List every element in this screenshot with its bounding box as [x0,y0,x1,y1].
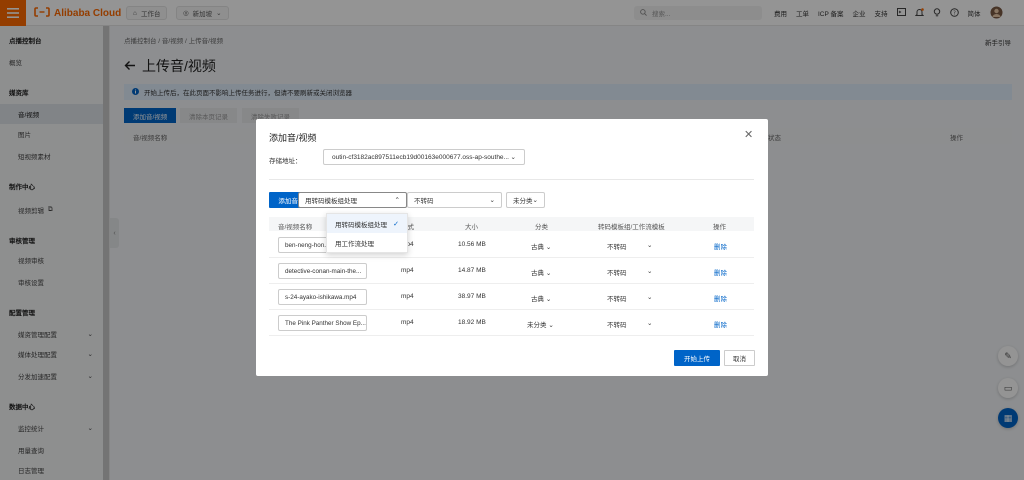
file-name-input[interactable]: The Pink Panther Show Ep... [278,315,367,331]
dropdown-option-template-group[interactable]: 用转码模板组处理 ✓ [327,214,407,233]
chevron-down-icon: ⌄ [532,197,538,204]
file-size: 10.56 MB [458,241,486,248]
chevron-down-icon[interactable]: ⌄ [647,293,652,301]
table-row: detective-conan-main-the... mp4 14.87 MB… [269,259,754,284]
file-size: 18.92 MB [458,319,486,326]
chevron-down-icon[interactable]: ⌄ [647,241,652,249]
delete-link[interactable]: 删除 [714,241,727,251]
file-size: 38.97 MB [458,293,486,300]
category-value: 古典 [531,296,544,303]
chevron-down-icon: ⌄ [545,296,552,303]
process-mode-value: 用转码模板组处理 [305,198,357,205]
dialog-title: 添加音/视频 [269,133,317,143]
start-upload-button[interactable]: 开始上传 [674,350,720,366]
checkmark-icon: ✓ [393,220,399,228]
storage-address-value: outin-cf3182ac897511ecb19d00163e000677.o… [332,153,509,161]
category-value: 未分类 [513,198,533,205]
process-mode-select[interactable]: 用转码模板组处理 ⌃ [298,192,407,208]
file-format: mp4 [401,293,414,300]
chevron-down-icon: ⌄ [548,322,554,329]
divider [269,179,754,180]
transcode-template-select[interactable]: 不转码 ⌄ [407,192,502,208]
file-size: 14.87 MB [458,267,486,274]
column-header-size: 大小 [465,224,478,231]
dropdown-option-label: 用工作流处理 [335,240,374,248]
category-select[interactable]: 古典 ⌄ [531,293,551,303]
transcode-template-value: 不转码 [414,198,434,205]
chevron-down-icon[interactable]: ⌄ [647,267,652,275]
column-header-template: 转码模板组/工作流模板 [598,224,665,231]
storage-address-select[interactable]: outin-cf3182ac897511ecb19d00163e000677.o… [323,149,525,165]
chevron-down-icon: ⌄ [545,270,552,277]
table-row: s-24-ayako-ishikawa.mp4 mp4 38.97 MB 古典 … [269,285,754,310]
template-value[interactable]: 不转码 [607,267,627,277]
file-format: mp4 [401,319,414,326]
category-select[interactable]: 古典 ⌄ [531,267,551,277]
storage-label: 存储地址： [269,158,302,165]
category-select[interactable]: 未分类 ⌄ [506,192,545,208]
chevron-down-icon: ⌄ [545,244,552,251]
column-header-name: 音/视频名称 [278,224,313,231]
template-value[interactable]: 不转码 [607,241,627,251]
template-value[interactable]: 不转码 [607,319,627,329]
delete-link[interactable]: 删除 [714,293,727,303]
category-select[interactable]: 未分类 ⌄ [527,319,554,329]
chevron-down-icon: ⌄ [510,154,516,161]
delete-link[interactable]: 删除 [714,319,727,329]
file-name-input[interactable]: detective-conan-main-the... [278,263,367,279]
process-mode-dropdown: 用转码模板组处理 ✓ 用工作流处理 [326,213,408,253]
column-header-category: 分类 [535,224,548,231]
delete-link[interactable]: 删除 [714,267,727,277]
chevron-down-icon: ⌄ [489,197,495,204]
column-header-ops: 操作 [713,224,726,231]
file-format: mp4 [401,267,414,274]
dropdown-option-workflow[interactable]: 用工作流处理 [327,233,407,252]
cancel-button[interactable]: 取消 [724,350,755,366]
table-row: The Pink Panther Show Ep... mp4 18.92 MB… [269,311,754,336]
category-value: 古典 [531,270,544,277]
template-value[interactable]: 不转码 [607,293,627,303]
chevron-up-icon: ⌃ [394,197,400,204]
close-icon[interactable]: ✕ [744,128,753,141]
dropdown-option-label: 用转码模板组处理 [335,221,387,229]
category-select[interactable]: 古典 ⌄ [531,241,551,251]
chevron-down-icon[interactable]: ⌄ [647,319,652,327]
category-value: 古典 [531,244,544,251]
category-value: 未分类 [527,322,547,329]
file-name-input[interactable]: s-24-ayako-ishikawa.mp4 [278,289,367,305]
